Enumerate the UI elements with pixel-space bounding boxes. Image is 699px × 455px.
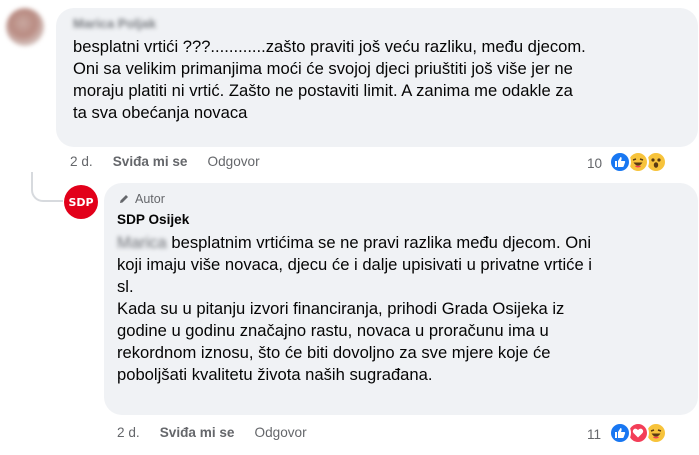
reply-line: rekordnom iznosu, što će biti dovoljno z…: [117, 343, 551, 362]
reply-actions: 2 d. Sviđa mi se Odgovor: [117, 425, 307, 440]
reply-line: Marica besplatnim vrtićima se ne pravi r…: [117, 232, 592, 254]
reply-line: sl.: [117, 277, 134, 296]
pencil-icon: [120, 195, 128, 203]
reply-line: Kada su u pitanju izvori financiranja, p…: [117, 299, 565, 318]
thread-connector: [31, 172, 63, 202]
comment-text: besplatni vrtići ???............zašto pr…: [73, 36, 586, 124]
comment-line: moraju platiti ni vrtić. Zašto ne postav…: [73, 81, 573, 100]
reply-timestamp[interactable]: 2 d.: [117, 425, 140, 440]
reply-button[interactable]: Odgovor: [255, 425, 307, 440]
comment-line: ta sva obećanja novaca: [73, 103, 248, 122]
like-button[interactable]: Sviđa mi se: [160, 425, 235, 440]
reaction-count[interactable]: 10: [587, 156, 602, 171]
comment-timestamp[interactable]: 2 d.: [70, 154, 93, 169]
reply-button[interactable]: Odgovor: [208, 154, 260, 169]
author-badge: Autor: [118, 192, 165, 206]
reply-text: Marica besplatnim vrtićima se ne pravi r…: [117, 232, 592, 386]
like-icon[interactable]: [609, 422, 631, 444]
comment-actions: 2 d. Sviđa mi se Odgovor: [70, 154, 260, 169]
reply-line-rest: besplatnim vrtićima se ne pravi razlika …: [166, 233, 592, 252]
reply-line: koji imaju više novaca, djecu će i dalje…: [117, 255, 592, 274]
comment-line: besplatni vrtići ???............zašto pr…: [73, 37, 586, 56]
reply-line: poboljšati kvalitetu života naših sugrađ…: [117, 365, 433, 384]
comment-line: Oni sa velikim primanjima moći će svojoj…: [73, 59, 573, 78]
commenter-avatar[interactable]: [6, 8, 44, 46]
reaction-count[interactable]: 11: [587, 427, 601, 442]
mention-link[interactable]: Marica: [117, 233, 167, 252]
reply-line: godine u godinu značajno rastu, novaca u…: [117, 321, 549, 340]
sdp-avatar[interactable]: SDP: [64, 185, 98, 219]
like-button[interactable]: Sviđa mi se: [113, 154, 188, 169]
author-badge-label: Autor: [135, 192, 165, 206]
reply-author-name[interactable]: SDP Osijek: [117, 212, 189, 227]
commenter-name[interactable]: Marica Poljak: [73, 16, 156, 31]
like-icon[interactable]: [609, 151, 631, 173]
